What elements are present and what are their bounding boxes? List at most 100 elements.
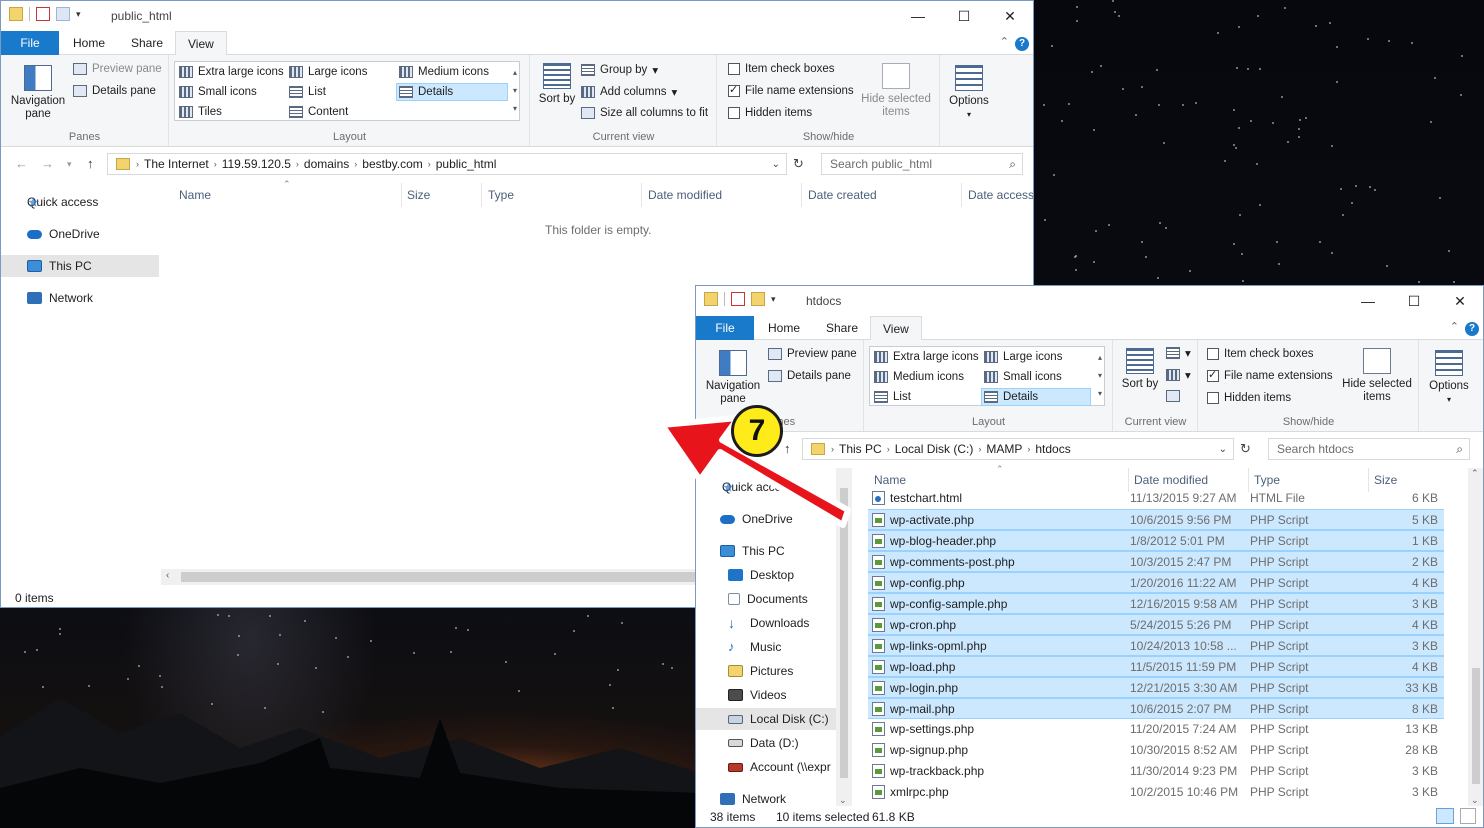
tab-home[interactable]: Home bbox=[61, 31, 117, 55]
search-input[interactable]: Search public_html ⌕ bbox=[821, 153, 1023, 175]
scroll-down-icon[interactable]: ⌄ bbox=[1471, 795, 1479, 806]
nav-onedrive[interactable]: OneDrive bbox=[696, 508, 852, 530]
sort-by-button[interactable]: Sort by bbox=[537, 63, 577, 106]
layout-details[interactable]: Details bbox=[396, 83, 508, 101]
scroll-thumb[interactable] bbox=[840, 488, 848, 778]
layout-large-icons[interactable]: Large icons bbox=[289, 66, 367, 78]
layout-extra-large-icons[interactable]: Extra large icons bbox=[874, 351, 979, 363]
close-button[interactable]: ✕ bbox=[987, 1, 1033, 31]
file-row[interactable]: wp-load.php 11/5/2015 11:59 PM PHP Script 4… bbox=[868, 656, 1444, 677]
file-row[interactable]: wp-signup.php 10/30/2015 8:52 AM PHP Scrip… bbox=[868, 740, 1444, 761]
nav-this-pc[interactable]: This PC bbox=[696, 540, 852, 562]
column-type[interactable]: Type bbox=[488, 188, 514, 202]
group-by-button[interactable]: ▾ bbox=[1166, 346, 1191, 360]
help-icon[interactable]: ? bbox=[1465, 322, 1479, 336]
tab-view[interactable]: View bbox=[870, 316, 922, 341]
layout-scroll-icon[interactable]: ▴ ▾ ▾ bbox=[513, 64, 517, 118]
file-row[interactable]: wp-comments-post.php 10/3/2015 2:47 PM PHP… bbox=[868, 551, 1444, 572]
nav-videos[interactable]: Videos bbox=[696, 684, 852, 706]
nav-network[interactable]: Network bbox=[1, 287, 159, 309]
column-date-accessed[interactable]: Date accessed bbox=[968, 188, 1033, 202]
layout-tiles[interactable]: Tiles bbox=[179, 106, 222, 118]
group-by-button[interactable]: Group by ▾ bbox=[581, 63, 658, 77]
checkbox[interactable] bbox=[728, 63, 740, 75]
scroll-left-icon[interactable]: ‹ bbox=[166, 570, 169, 581]
layout-details[interactable]: Details bbox=[981, 388, 1091, 406]
tab-home[interactable]: Home bbox=[756, 316, 812, 340]
nav-quick-access[interactable]: ★ Quick access bbox=[1, 191, 159, 213]
nav-documents[interactable]: Documents bbox=[696, 588, 852, 610]
recent-dropdown-icon[interactable]: ▾ bbox=[67, 159, 72, 170]
new-folder-icon[interactable] bbox=[751, 292, 765, 306]
file-row[interactable]: wp-mail.php 10/6/2015 2:07 PM PHP Script 8 … bbox=[868, 698, 1444, 719]
nav-data-d[interactable]: Data (D:) bbox=[696, 732, 852, 754]
address-dropdown-icon[interactable]: ⌄ bbox=[772, 159, 780, 170]
quick-access-dropdown-icon[interactable]: ▾ bbox=[76, 9, 81, 20]
file-row[interactable]: wp-activate.php 10/6/2015 9:56 PM PHP Scri… bbox=[868, 509, 1444, 530]
preview-pane-button[interactable]: Preview pane bbox=[768, 348, 857, 360]
back-arrow-icon[interactable]: ← bbox=[15, 156, 28, 171]
quick-access-dropdown-icon[interactable]: ▾ bbox=[771, 294, 776, 305]
address-bar[interactable]: › The Internet › 119.59.120.5 › domains › be… bbox=[107, 153, 787, 175]
hide-selected-items-button[interactable]: Hide selected items bbox=[1339, 348, 1415, 404]
help-icon[interactable]: ? bbox=[1015, 37, 1029, 51]
scroll-thumb[interactable] bbox=[1472, 668, 1480, 784]
nav-music[interactable]: ♪ Music bbox=[696, 636, 852, 658]
file-row[interactable]: testchart.html 11/13/2015 9:27 AM HTML Fil… bbox=[868, 488, 1444, 509]
breadcrumb-item[interactable]: Local Disk (C:) bbox=[890, 442, 979, 456]
large-icons-view-icon[interactable] bbox=[1460, 808, 1476, 824]
breadcrumb-item[interactable]: bestby.com bbox=[357, 157, 427, 171]
column-date-modified[interactable]: Date modified bbox=[1134, 473, 1208, 487]
column-name[interactable]: Name bbox=[179, 188, 211, 202]
breadcrumb-item[interactable]: domains bbox=[299, 157, 354, 171]
add-columns-button[interactable]: ▾ bbox=[1166, 368, 1191, 382]
column-date-created[interactable]: Date created bbox=[808, 188, 877, 202]
nav-account-network-drive[interactable]: Account (\\expr bbox=[696, 756, 852, 778]
up-arrow-icon[interactable]: ↑ bbox=[87, 156, 94, 171]
options-button[interactable]: Options ▾ bbox=[945, 65, 993, 121]
hidden-items-toggle[interactable]: Hidden items bbox=[728, 107, 812, 119]
nav-pictures[interactable]: Pictures bbox=[696, 660, 852, 682]
nav-quick-access[interactable]: ★ Quick access bbox=[696, 476, 852, 498]
horizontal-scrollbar[interactable]: ‹ bbox=[161, 569, 701, 585]
scroll-up-icon[interactable]: ⌃ bbox=[1471, 468, 1479, 479]
preview-pane-button[interactable]: Preview pane bbox=[73, 63, 162, 75]
column-name[interactable]: Name bbox=[874, 473, 906, 487]
close-button[interactable]: ✕ bbox=[1437, 286, 1483, 316]
file-row[interactable]: wp-cron.php 5/24/2015 5:26 PM PHP Script 4 … bbox=[868, 614, 1444, 635]
layout-small-icons[interactable]: Small icons bbox=[984, 371, 1062, 383]
layout-list[interactable]: List bbox=[874, 391, 911, 403]
tab-share[interactable]: Share bbox=[814, 316, 870, 340]
size-all-columns-button[interactable]: Size all columns to fit bbox=[581, 107, 708, 119]
file-name-extensions-toggle[interactable]: File name extensions bbox=[1207, 368, 1333, 382]
hide-selected-items-button[interactable]: Hide selected items bbox=[860, 63, 932, 119]
collapse-ribbon-icon[interactable]: ⌃ bbox=[1000, 35, 1009, 48]
forward-arrow-icon[interactable]: → bbox=[41, 156, 54, 171]
breadcrumb-item[interactable]: MAMP bbox=[981, 442, 1027, 456]
size-all-columns-button[interactable] bbox=[1166, 390, 1180, 402]
checkbox[interactable] bbox=[1207, 348, 1219, 360]
nav-desktop[interactable]: Desktop bbox=[696, 564, 852, 586]
new-folder-icon[interactable] bbox=[56, 7, 70, 21]
hidden-items-toggle[interactable]: Hidden items bbox=[1207, 392, 1291, 404]
breadcrumb-item[interactable]: 119.59.120.5 bbox=[217, 157, 296, 171]
minimize-button[interactable]: — bbox=[895, 1, 941, 31]
file-row[interactable]: wp-login.php 12/21/2015 3:30 AM PHP Script… bbox=[868, 677, 1444, 698]
details-pane-button[interactable]: Details pane bbox=[768, 370, 851, 382]
layout-content[interactable]: Content bbox=[289, 106, 348, 118]
checkbox[interactable] bbox=[728, 107, 740, 119]
tab-file[interactable]: File bbox=[1, 31, 59, 55]
details-pane-button[interactable]: Details pane bbox=[73, 85, 156, 97]
up-arrow-icon[interactable]: ↑ bbox=[784, 441, 791, 456]
layout-medium-icons[interactable]: Medium icons bbox=[874, 371, 964, 383]
breadcrumb-item[interactable]: htdocs bbox=[1030, 442, 1075, 456]
add-columns-button[interactable]: Add columns ▾ bbox=[581, 85, 677, 99]
tab-file[interactable]: File bbox=[696, 316, 754, 340]
nav-local-disk-c[interactable]: Local Disk (C:) bbox=[696, 708, 852, 730]
file-row[interactable]: wp-links-opml.php 10/24/2013 10:58 ... PHP… bbox=[868, 635, 1444, 656]
maximize-button[interactable]: ☐ bbox=[941, 1, 987, 31]
checkbox-checked[interactable] bbox=[1207, 368, 1219, 382]
collapse-ribbon-icon[interactable]: ⌃ bbox=[1450, 320, 1459, 333]
refresh-icon[interactable]: ↻ bbox=[793, 156, 804, 172]
nav-vertical-scrollbar[interactable]: ⌄ bbox=[836, 468, 852, 806]
